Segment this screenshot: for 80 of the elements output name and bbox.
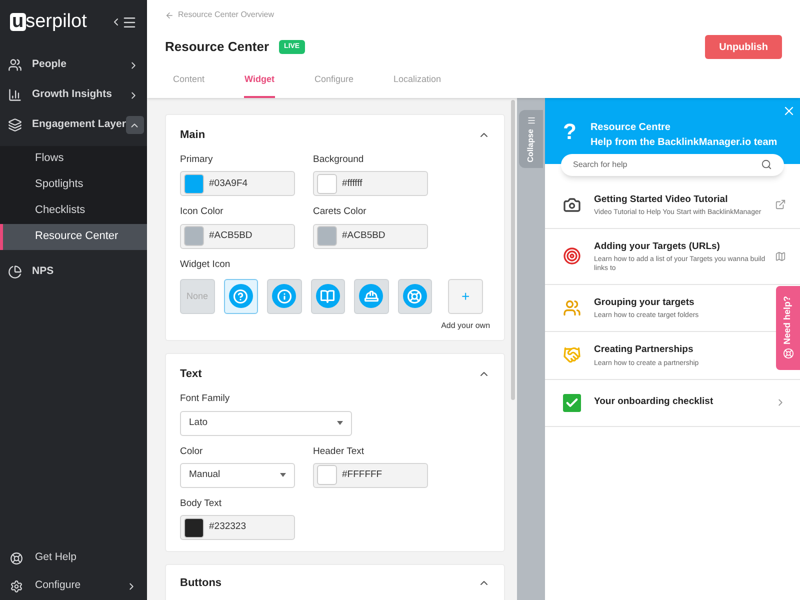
map-icon xyxy=(775,250,786,262)
lifebuoy-icon xyxy=(402,284,427,308)
question-icon xyxy=(228,284,253,308)
color-field[interactable]: #232323 xyxy=(180,515,295,540)
menu-icon[interactable] xyxy=(122,14,137,30)
target-icon xyxy=(563,247,581,266)
checkmark-icon xyxy=(563,394,581,412)
field-label: Color xyxy=(180,444,204,458)
layers-icon xyxy=(8,118,22,132)
settings-icon xyxy=(10,580,23,592)
color-swatch xyxy=(184,174,204,194)
card-title: Buttons xyxy=(180,576,222,591)
pie-chart-icon xyxy=(8,265,22,279)
color-swatch xyxy=(317,465,337,486)
nav-item[interactable]: Engagement Layer xyxy=(0,110,147,140)
field-label: Background xyxy=(313,153,365,167)
nav-item[interactable]: People xyxy=(0,50,147,80)
color-field[interactable]: #ffffff xyxy=(313,171,428,196)
color-field[interactable]: #03A9F4 xyxy=(180,171,295,196)
field-label: Carets Color xyxy=(313,205,368,220)
item-title: Adding your Targets (URLs) xyxy=(594,240,721,254)
nav-subitem[interactable]: Resource Center xyxy=(0,224,147,250)
color-swatch xyxy=(317,174,337,194)
caret-icon xyxy=(337,421,343,425)
icon-option[interactable] xyxy=(354,278,389,314)
book-icon xyxy=(316,284,340,308)
icon-option[interactable] xyxy=(310,278,346,314)
color-field[interactable]: #ACB5BD xyxy=(313,224,428,248)
field-label: Widget Icon xyxy=(180,258,232,272)
external-link-icon xyxy=(775,199,786,210)
expand-toggle[interactable] xyxy=(126,116,144,134)
nav-subitem[interactable]: Flows xyxy=(0,146,147,172)
lifebuoy-icon xyxy=(782,348,794,360)
dropdown[interactable]: Lato xyxy=(180,410,352,436)
search-field[interactable]: Search for help xyxy=(561,154,784,176)
people-icon xyxy=(563,299,581,318)
icon-option[interactable] xyxy=(224,278,258,314)
field-label: Body Text xyxy=(180,496,223,511)
page-title: Resource Center xyxy=(165,38,270,56)
scrollbar[interactable] xyxy=(511,100,515,400)
item-title: Grouping your targets xyxy=(594,296,696,310)
people-icon xyxy=(8,58,22,72)
nav-subitem[interactable]: Checklists xyxy=(0,198,147,224)
info-icon xyxy=(272,284,296,308)
panel-title: Resource Centre xyxy=(590,120,672,134)
field-label: Primary xyxy=(180,153,214,167)
nav-item[interactable]: Growth Insights xyxy=(0,80,147,110)
item-title: Your onboarding checklist xyxy=(594,395,714,410)
icon-option[interactable] xyxy=(398,278,432,314)
camera-icon xyxy=(563,196,581,214)
color-field[interactable]: #ACB5BD xyxy=(180,224,295,248)
field-label: Header Text xyxy=(313,444,366,458)
handshake-icon xyxy=(563,346,581,364)
question-mark-icon: ? xyxy=(563,120,576,144)
helmet-icon xyxy=(359,284,384,308)
nav-item[interactable]: NPS xyxy=(0,258,147,286)
card-title: Main xyxy=(180,128,206,142)
back-arrow-icon xyxy=(165,10,174,20)
icon-option[interactable] xyxy=(267,278,302,314)
color-swatch xyxy=(317,226,337,246)
color-swatch xyxy=(184,226,204,246)
nav-item[interactable]: Configure xyxy=(0,572,147,600)
card-title: Text xyxy=(180,366,202,382)
search-icon xyxy=(761,159,772,170)
field-label: Font Family xyxy=(180,392,231,406)
dropdown[interactable]: Manual xyxy=(180,462,295,488)
item-title: Getting Started Video Tutorial xyxy=(594,192,729,206)
panel-subtitle: Help from the BacklinkManager.io team xyxy=(590,136,778,150)
nav-item[interactable]: Get Help xyxy=(0,544,147,572)
field-label: Icon Color xyxy=(180,205,224,220)
caret-icon xyxy=(280,473,286,478)
bar-chart-icon xyxy=(8,88,22,102)
color-swatch xyxy=(184,518,204,538)
lifebuoy-icon xyxy=(10,552,23,564)
item-title: Creating Partnerships xyxy=(594,343,694,358)
nav-subitem[interactable]: Spotlights xyxy=(0,172,147,198)
add-caption: Add your own xyxy=(441,320,490,332)
menu-icon xyxy=(526,116,536,124)
logo: userpilot xyxy=(10,10,87,34)
color-field[interactable]: #FFFFFF xyxy=(313,462,428,488)
